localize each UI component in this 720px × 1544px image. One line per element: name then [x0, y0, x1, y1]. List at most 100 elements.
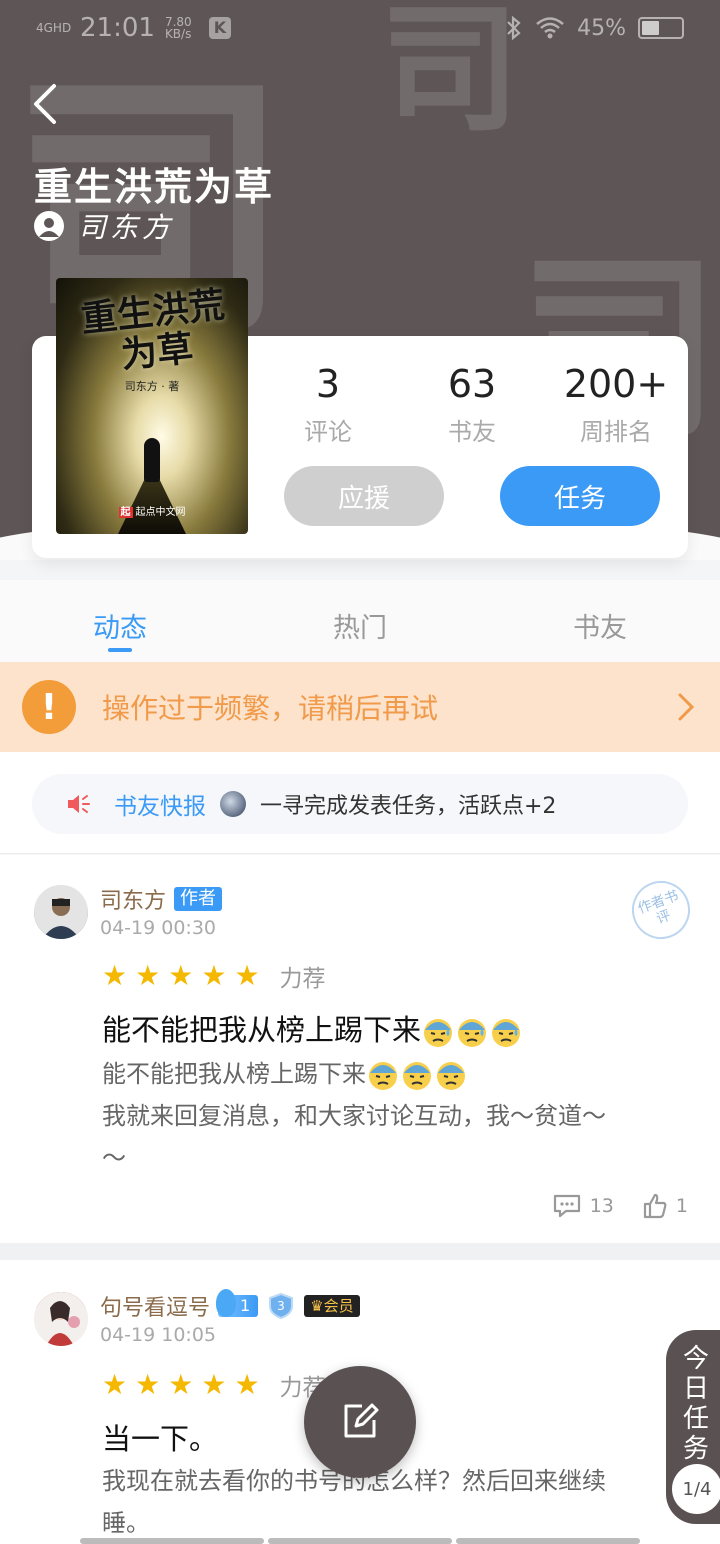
cover-figure — [144, 438, 160, 482]
battery-icon — [638, 17, 684, 39]
post-time: 04-19 00:30 — [100, 917, 217, 939]
network-speed: 7.80 KB/s — [164, 15, 192, 41]
username: 句号看逗号 — [100, 1296, 211, 1321]
tab-activity[interactable]: 动态 — [0, 580, 240, 662]
book-title: 重生洪荒为草 — [34, 165, 275, 209]
network-indicator: 4GHD — [36, 21, 72, 35]
post-divider — [0, 1243, 720, 1260]
avatar — [220, 791, 246, 817]
post-actions: 13 1 — [552, 1193, 688, 1219]
star-icon: ★ — [168, 959, 194, 992]
comment-count: 13 — [589, 1195, 614, 1217]
like-button[interactable]: 1 — [642, 1193, 688, 1219]
shield-icon: 3 — [269, 1292, 294, 1320]
star-icon: ★ — [102, 1368, 128, 1401]
news-label: 书友快报 — [114, 794, 206, 820]
like-count: 1 — [675, 1195, 688, 1217]
warning-text: 操作过于频繁，请稍后再试 — [102, 692, 439, 725]
post-author[interactable]: 司东方 作者 — [100, 883, 223, 915]
cover-publisher: 起起点中文网 — [118, 507, 186, 518]
tab-bar: 动态 热门 书友 — [0, 580, 720, 662]
avatar[interactable] — [34, 885, 88, 939]
star-icon: ★ — [102, 959, 128, 992]
star-icon: ★ — [201, 959, 227, 992]
daily-task-tab[interactable]: 今日任务 1/4 — [666, 1330, 720, 1524]
news-text: 一寻完成发表任务，活跃点+2 — [260, 794, 557, 819]
star-icon: ★ — [168, 1368, 194, 1401]
star-icon: ★ — [201, 1368, 227, 1401]
news-section: 书友快报 一寻完成发表任务，活跃点+2 — [0, 752, 720, 854]
svg-text:3: 3 — [277, 1299, 285, 1313]
book-stats: 3 评论 63 书友 200+ 周排名 — [256, 362, 688, 447]
cover-author: 司东方 · 著 — [124, 380, 180, 393]
support-button[interactable]: 应援 — [284, 466, 444, 526]
rating-stars: ★ ★ ★ ★ ★ 力荐 — [102, 959, 326, 993]
star-icon: ★ — [135, 1368, 161, 1401]
rating-stars: ★ ★ ★ ★ ★ 力荐 — [102, 1368, 326, 1402]
author-name: 司东方 — [78, 211, 175, 244]
sweat-emoji-icon — [437, 1062, 465, 1090]
thumbs-up-icon — [643, 1193, 667, 1219]
edit-icon — [344, 1403, 379, 1438]
app-notification-icon: K — [208, 17, 231, 39]
tab-hot[interactable]: 热门 — [240, 580, 480, 662]
stat-comments[interactable]: 3 评论 — [256, 362, 400, 447]
post-title: 能不能把我从榜上踢下来 — [102, 1007, 523, 1049]
recommend-label: 力荐 — [279, 966, 326, 992]
book-cover[interactable]: 重生洪荒为草 司东方 · 著 起起点中文网 — [56, 278, 248, 534]
author-badge: 作者 — [174, 887, 223, 911]
chevron-right-icon — [678, 693, 695, 721]
sweat-emoji-icon — [403, 1062, 431, 1090]
member-badge: ♛会员 — [304, 1295, 360, 1317]
reader-news-ticker[interactable]: 书友快报 一寻完成发表任务，活跃点+2 — [32, 774, 688, 834]
status-time: 21:01 — [80, 13, 155, 43]
chevron-left-icon — [34, 84, 56, 124]
status-bar: 4GHD 21:01 7.80 KB/s K 45% — [0, 0, 720, 56]
user-icon — [34, 211, 64, 241]
home-indicator — [80, 1538, 640, 1544]
battery-percent: 45% — [577, 15, 626, 41]
rate-limit-banner[interactable]: ! 操作过于频繁，请稍后再试 — [0, 662, 720, 752]
sweat-emoji-icon — [458, 1019, 487, 1047]
tab-readers[interactable]: 书友 — [480, 580, 720, 662]
sweat-emoji-icon — [369, 1062, 397, 1090]
speaker-icon — [68, 795, 90, 813]
post-body: 能不能把我从榜上踢下来 我就来回复消息，和大家讨论互动，我～贫道～ ～ — [102, 1060, 606, 1172]
stat-label: 书友 — [448, 418, 496, 446]
fan-level-badge: 1 — [216, 1289, 259, 1317]
star-icon: ★ — [234, 1368, 260, 1401]
review-post[interactable]: 司东方 作者 04-19 00:30 作者书评 ★ ★ ★ ★ ★ 力荐 能不能… — [0, 855, 720, 1243]
back-button[interactable] — [24, 80, 68, 128]
author-link[interactable]: 司东方 — [34, 206, 174, 246]
sweat-emoji-icon — [492, 1019, 521, 1047]
star-icon: ★ — [234, 959, 260, 992]
wifi-icon — [536, 17, 564, 39]
post-title: 当一下。 — [102, 1422, 219, 1456]
daily-task-progress: 1/4 — [672, 1464, 720, 1514]
post-body: 我现在就去看你的书号的怎么样？然后回来继续 睡。 — [102, 1467, 606, 1537]
author-review-stamp: 作者书评 — [623, 872, 699, 948]
stat-value: 200+ — [563, 362, 669, 406]
stat-label: 周排名 — [580, 418, 652, 446]
task-button[interactable]: 任务 — [500, 466, 660, 526]
comment-button[interactable]: 13 — [552, 1193, 614, 1219]
battery-level — [642, 21, 660, 35]
stat-label: 评论 — [304, 418, 352, 446]
daily-task-label: 今日任务 — [682, 1344, 709, 1464]
stat-readers[interactable]: 63 书友 — [400, 362, 544, 447]
shield-level-badge: 3 — [266, 1292, 296, 1320]
star-icon: ★ — [135, 959, 161, 992]
write-post-button[interactable] — [304, 1366, 416, 1478]
stat-value: 63 — [447, 362, 497, 406]
exclamation-icon: ! — [22, 680, 76, 734]
cover-title: 重生洪荒为草 — [79, 283, 227, 377]
stat-weekly-rank[interactable]: 200+ 周排名 — [544, 362, 688, 447]
bluetooth-icon — [507, 15, 521, 41]
post-time: 04-19 10:05 — [100, 1324, 217, 1346]
avatar[interactable] — [34, 1292, 88, 1346]
username: 司东方 — [100, 889, 167, 914]
post-author[interactable]: 句号看逗号 1 3 ♛会员 — [100, 1289, 360, 1322]
sweat-emoji-icon — [424, 1019, 453, 1047]
stat-value: 3 — [315, 362, 341, 406]
comment-icon — [553, 1194, 580, 1218]
